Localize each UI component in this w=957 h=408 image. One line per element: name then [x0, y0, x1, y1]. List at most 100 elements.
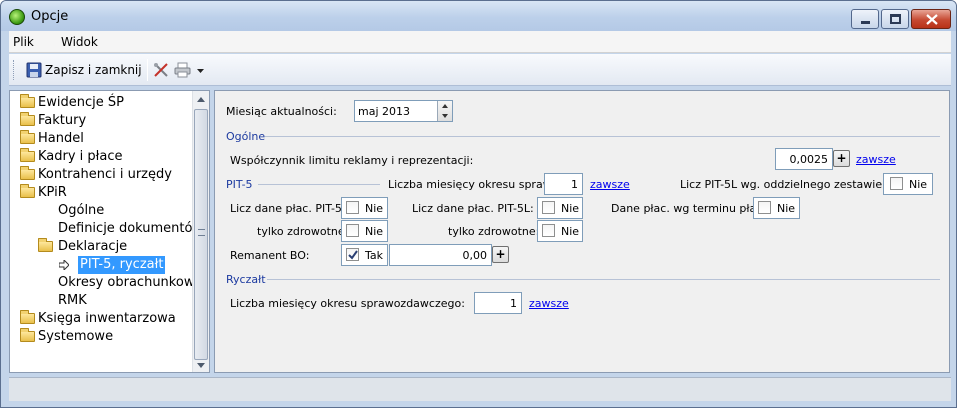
folder-icon	[20, 310, 35, 324]
ad-limit-label: Współczynnik limitu reklamy i reprezenta…	[230, 154, 474, 167]
pit5l-separate-field: Nie	[883, 173, 933, 195]
remanent-checkbox[interactable]	[346, 248, 359, 261]
ad-limit-input[interactable]: 0,0025	[775, 148, 833, 170]
tree-item-label: Handel	[38, 131, 84, 146]
pay-pit5-checkbox[interactable]	[346, 201, 359, 214]
only-healthy-pit5l-checkbox[interactable]	[542, 224, 555, 237]
only-healthy-pit5-label: tylko zdrowotne:	[257, 225, 349, 238]
pay-deadline-field: Nie	[753, 197, 800, 219]
menu-view[interactable]: Widok	[61, 35, 98, 49]
close-icon	[926, 14, 938, 25]
scroll-down-icon[interactable]	[197, 363, 205, 368]
menu-file[interactable]: Plik	[13, 35, 34, 49]
remanent-label: Remanent BO:	[230, 249, 310, 262]
tree-scrollbar[interactable]	[192, 91, 209, 372]
save-and-close-button[interactable]: Zapisz i zamknij	[23, 59, 143, 81]
menu-bar: Plik Widok	[9, 31, 951, 53]
remanent-plus-button[interactable]: +	[492, 246, 509, 263]
report-months-value: 1	[571, 178, 578, 191]
only-healthy-pit5l-value: Nie	[561, 225, 580, 238]
minimize-icon	[861, 21, 870, 24]
lump-months-always-link[interactable]: zawsze	[529, 297, 569, 310]
window-title: Opcje	[31, 9, 69, 24]
report-months-always-link[interactable]: zawsze	[590, 178, 630, 191]
remanent-amount-input[interactable]: 0,00	[389, 244, 492, 266]
month-spinner[interactable]	[437, 101, 452, 121]
toolbar: Zapisz i zamknij	[9, 54, 951, 86]
lump-group-label: Ryczałt	[226, 273, 266, 286]
scroll-thumb[interactable]	[194, 109, 208, 360]
print-button[interactable]	[173, 59, 207, 81]
tree-item-label: Okresy obrachunkowe	[58, 275, 203, 290]
maximize-button[interactable]	[881, 9, 909, 29]
tree-item-label: Definicje dokumentów	[58, 221, 204, 236]
folder-open-icon	[38, 238, 53, 252]
remanent-checkbox-value: Tak	[365, 249, 384, 262]
only-healthy-pit5-checkbox[interactable]	[346, 224, 359, 237]
close-button[interactable]	[911, 9, 951, 29]
folder-icon	[20, 112, 35, 126]
maximize-icon	[890, 14, 901, 24]
only-healthy-pit5-value: Nie	[365, 225, 384, 238]
tree-item-label: Ewidencje ŚP	[38, 95, 124, 110]
pay-deadline-value: Nie	[777, 202, 796, 215]
toolbar-grip[interactable]	[13, 60, 16, 80]
tree-item-label: Ogólne	[58, 203, 105, 218]
pay-pit5l-value: Nie	[561, 202, 580, 215]
tools-icon	[154, 63, 168, 77]
pay-pit5l-field: Nie	[537, 197, 583, 219]
plus-icon: +	[836, 151, 847, 165]
pay-pit5l-checkbox[interactable]	[542, 201, 555, 214]
tools-button[interactable]	[151, 59, 171, 81]
ad-limit-plus-button[interactable]: +	[833, 150, 850, 167]
chevron-down-icon	[197, 69, 204, 73]
arrow-right-icon	[59, 260, 69, 270]
pay-deadline-checkbox[interactable]	[758, 201, 771, 214]
status-bar	[9, 377, 951, 401]
current-month-input[interactable]: maj 2013	[354, 100, 453, 122]
pit5-group-label: PIT-5	[226, 178, 253, 191]
pay-pit5l-label: Licz dane płac. PIT-5L:	[412, 202, 534, 215]
pit5l-separate-value: Nie	[909, 178, 928, 191]
tree-item-label: Systemowe	[38, 329, 114, 344]
only-healthy-pit5-field: Nie	[341, 220, 388, 242]
spin-up-icon[interactable]	[442, 104, 448, 108]
folder-open-icon	[20, 184, 35, 198]
pit5l-separate-checkbox[interactable]	[890, 177, 903, 190]
tree-item-label: RMK	[58, 293, 87, 308]
tree-item-pit5[interactable]: PIT-5, ryczałt	[56, 256, 196, 274]
lump-months-input[interactable]: 1	[474, 292, 522, 314]
options-window: Opcje Plik Widok Zapisz i zamknij Ewiden…	[0, 0, 957, 408]
toolbar-separator	[147, 59, 148, 81]
grip-icon	[198, 229, 205, 236]
general-group-line	[265, 136, 940, 137]
tree-item-label: PIT-5, ryczałt	[78, 256, 166, 274]
minimize-button[interactable]	[851, 9, 879, 29]
ad-limit-value: 0,0025	[789, 153, 829, 166]
spin-down-icon[interactable]	[442, 114, 448, 118]
tree-item-label: Kontrahenci i urzędy	[38, 167, 172, 182]
report-months-input[interactable]: 1	[544, 173, 583, 195]
printer-icon	[174, 62, 191, 78]
only-healthy-pit5l-field: Nie	[537, 220, 583, 242]
plus-icon: +	[495, 247, 506, 261]
ad-limit-always-link[interactable]: zawsze	[856, 153, 896, 166]
report-months-label: Liczba miesięcy okresu spraw.	[388, 178, 555, 191]
only-healthy-pit5l-label: tylko zdrowotne:	[448, 225, 540, 238]
save-and-close-label: Zapisz i zamknij	[45, 63, 142, 77]
app-icon	[9, 9, 25, 25]
remanent-field: Tak	[341, 244, 388, 266]
pay-pit5-label: Licz dane płac. PIT-5:	[230, 202, 346, 215]
pay-deadline-label: Dane płac. wg terminu płat.:	[611, 202, 768, 215]
tree-item-label: Księga inwentarzowa	[38, 311, 176, 326]
pay-pit5-field: Nie	[341, 197, 388, 219]
scroll-up-icon[interactable]	[197, 97, 205, 102]
folder-icon	[20, 328, 35, 342]
pay-pit5-value: Nie	[365, 202, 384, 215]
lump-group-line	[267, 279, 940, 280]
pit5l-separate-label: Licz PIT-5L wg. oddzielnego zestawienia	[680, 178, 899, 191]
checkmark-icon	[348, 250, 358, 260]
options-tree: Ewidencje ŚP Faktury Handel Kadry i płac…	[9, 90, 210, 373]
tree-item-label: Kadry i płace	[38, 149, 123, 164]
remanent-amount-value: 0,00	[462, 249, 488, 262]
